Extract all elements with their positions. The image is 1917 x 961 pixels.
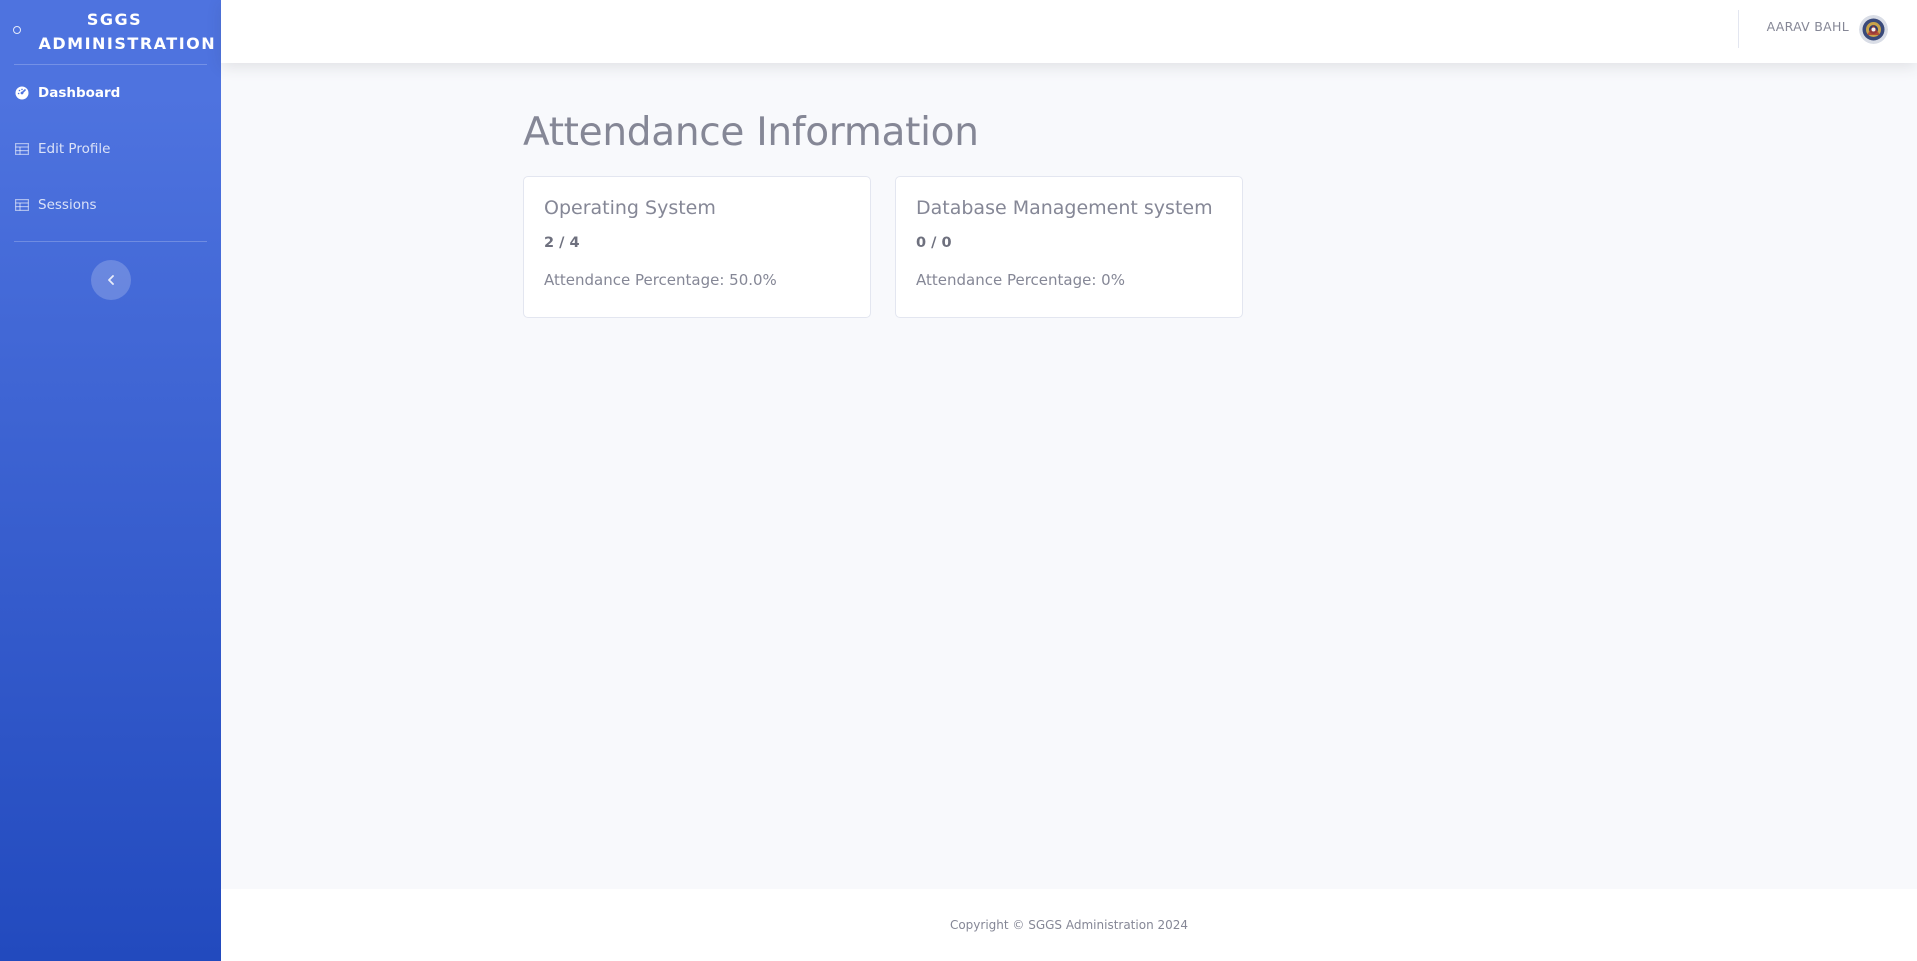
brand-text: SGGS ADMINISTRATION	[38, 10, 217, 53]
topbar: AARAV BAHL	[221, 0, 1917, 63]
chevron-left-icon	[107, 275, 114, 285]
card-subject: Operating System	[544, 197, 716, 219]
footer: Copyright © SGGS Administration 2024	[221, 889, 1917, 961]
sidebar-item-label: Edit Profile	[38, 141, 111, 157]
sidebar: SGGS ADMINISTRATION Dashboard Edit Profi…	[0, 0, 221, 961]
main-content: Attendance Information Operating System …	[221, 63, 1917, 889]
topbar-divider	[1738, 10, 1739, 48]
attendance-card-operating-system: Operating System 2 / 4 Attendance Percen…	[523, 176, 871, 318]
user-avatar[interactable]	[1859, 15, 1888, 44]
card-subject: Database Management system	[916, 197, 1213, 219]
card-percentage: Attendance Percentage: 0%	[916, 271, 1125, 289]
sidebar-item-dashboard[interactable]: Dashboard	[0, 65, 221, 121]
sidebar-item-label: Sessions	[38, 197, 97, 213]
table-icon	[14, 142, 30, 156]
page-title: Attendance Information	[523, 110, 979, 155]
sidebar-toggle-wrap	[0, 242, 221, 300]
card-count: 2 / 4	[544, 235, 580, 251]
sidebar-toggle-button[interactable]	[90, 260, 131, 300]
user-name[interactable]: AARAV BAHL	[1767, 19, 1849, 34]
table-icon	[14, 198, 30, 212]
card-percentage: Attendance Percentage: 50.0%	[544, 271, 777, 289]
card-count: 0 / 0	[916, 235, 952, 251]
sidebar-item-sessions[interactable]: Sessions	[0, 177, 221, 233]
tachometer-icon	[14, 86, 30, 100]
brand-icon	[13, 26, 21, 34]
sidebar-brand[interactable]: SGGS ADMINISTRATION	[0, 0, 221, 64]
sidebar-item-edit-profile[interactable]: Edit Profile	[0, 121, 221, 177]
copyright-text: Copyright © SGGS Administration 2024	[949, 918, 1189, 932]
attendance-card-dbms: Database Management system 0 / 0 Attenda…	[895, 176, 1243, 318]
sidebar-item-label: Dashboard	[38, 85, 121, 101]
